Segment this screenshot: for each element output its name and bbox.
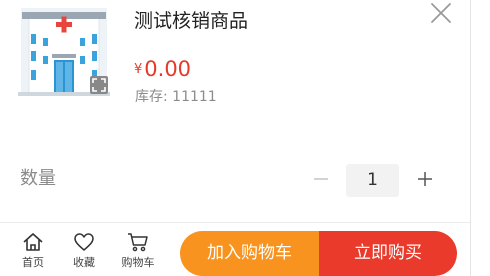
nav-home[interactable]: 首页 (13, 231, 53, 270)
home-icon (23, 233, 43, 251)
currency-symbol: ¥ (134, 62, 143, 77)
price-amount: 0.00 (144, 57, 192, 81)
nav-cart[interactable]: 购物车 (118, 231, 158, 270)
decrease-quantity-button[interactable] (312, 170, 330, 188)
buy-now-button[interactable]: 立即购买 (319, 231, 457, 276)
cart-icon (128, 233, 148, 252)
add-to-cart-button[interactable]: 加入购物车 (180, 231, 319, 276)
heart-icon (74, 233, 94, 251)
increase-quantity-button[interactable] (416, 170, 434, 188)
nav-favorite-label: 收藏 (73, 256, 95, 269)
divider (0, 222, 470, 223)
quantity-label: 数量 (20, 168, 56, 189)
panel-edge (470, 0, 471, 276)
plus-icon (418, 172, 432, 186)
nav-cart-label: 购物车 (121, 256, 155, 269)
zoom-icon[interactable] (90, 76, 108, 94)
product-price: ¥0.00 (134, 57, 191, 81)
stock-text: 库存: 11111 (135, 89, 217, 105)
minus-icon (314, 178, 328, 180)
product-title: 测试核销商品 (134, 10, 249, 32)
nav-home-label: 首页 (22, 256, 44, 269)
close-icon[interactable] (428, 0, 454, 26)
quantity-input[interactable]: 1 (346, 164, 399, 197)
nav-favorite[interactable]: 收藏 (64, 231, 104, 270)
